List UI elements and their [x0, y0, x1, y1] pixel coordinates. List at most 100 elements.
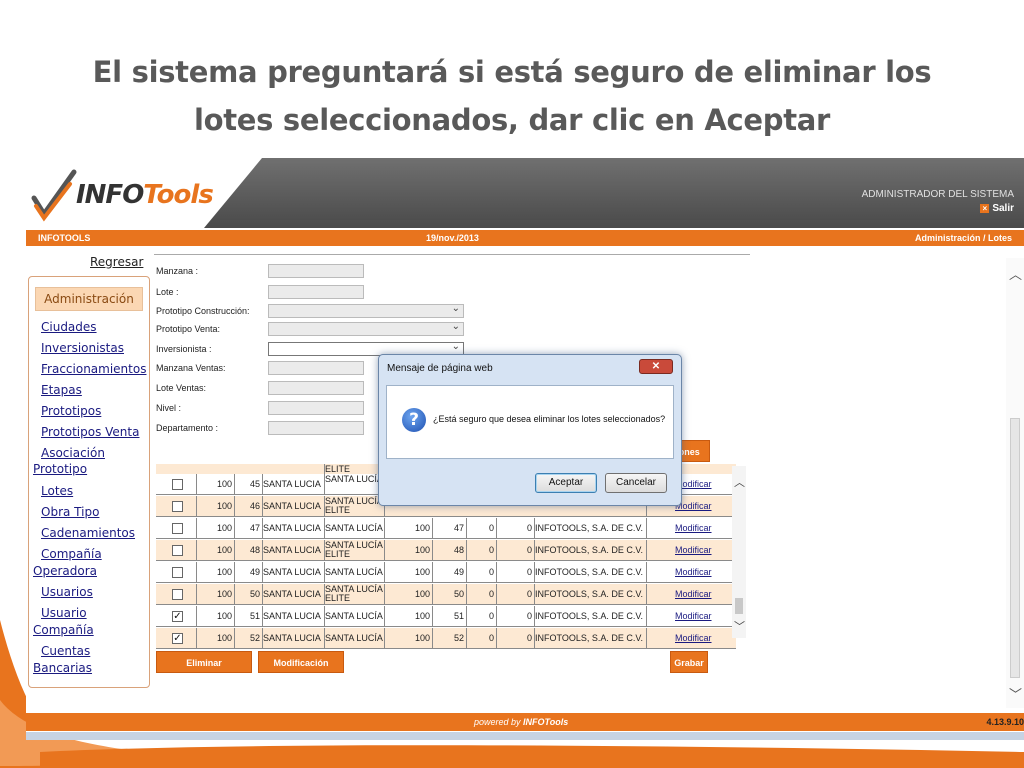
slide-title-line-2: lotes seleccionados, dar clic en Aceptar — [193, 103, 831, 137]
table-row: 100 49 SANTA LUCIA SANTA LUCÍA 100 49 0 … — [156, 562, 736, 583]
modificar-link[interactable]: Modificar — [646, 562, 736, 583]
table-scrollbar[interactable]: ︿ ﹀ — [732, 466, 746, 638]
sidebar-item-inversionistas[interactable]: Inversionistas — [41, 340, 124, 357]
logout-link[interactable]: × Salir — [980, 203, 1014, 214]
table-cell: 100 — [196, 606, 234, 627]
modificar-link[interactable]: Modificar — [646, 628, 736, 649]
table-row: 100 47 SANTA LUCIA SANTA LUCÍA 100 47 0 … — [156, 518, 736, 539]
modificar-link[interactable]: Modificar — [646, 584, 736, 605]
chevron-down-icon[interactable]: ﹀ — [734, 618, 745, 634]
table-cell: 46 — [234, 496, 262, 517]
table-cell: 0 — [466, 628, 496, 649]
table-cell: 100 — [384, 606, 432, 627]
sidebar: Administración Ciudades Inversionistas F… — [28, 276, 150, 688]
cancelar-button[interactable]: Cancelar — [605, 473, 667, 493]
sidebar-item-fraccionamientos[interactable]: Fraccionamientos — [41, 361, 146, 378]
powered-by: powered by INFOTools — [474, 713, 568, 731]
row-checkbox-checked[interactable]: ✓ — [172, 611, 183, 622]
table-cell: 48 — [234, 540, 262, 561]
chevron-down-icon[interactable]: ﹀ — [1009, 684, 1022, 703]
table-cell: 100 — [384, 540, 432, 561]
eliminar-seleccionados-button[interactable]: Eliminar Seleccionados — [156, 651, 252, 690]
app-footer: powered by INFOTools 4.13.9.10 — [26, 713, 1024, 731]
row-checkbox[interactable] — [172, 545, 183, 556]
modificar-link[interactable]: Modificar — [646, 518, 736, 539]
label-lote-ventas: Lote Ventas: — [156, 383, 207, 393]
table-cell: 100 — [384, 518, 432, 539]
lote-input[interactable] — [268, 285, 364, 299]
sidebar-item-ciudades[interactable]: Ciudades — [41, 319, 97, 336]
label-lote: Lote : — [156, 287, 179, 297]
row-checkbox[interactable] — [172, 479, 183, 490]
manzana-ventas-input[interactable] — [268, 361, 364, 375]
lote-ventas-input[interactable] — [268, 381, 364, 395]
sidebar-item-etapas[interactable]: Etapas — [41, 382, 82, 399]
sidebar-item-usuario-compania[interactable]: Usuario — [41, 605, 87, 622]
dialog-message: ¿Está seguro que desea eliminar los lote… — [433, 414, 666, 424]
version-label: 4.13.9.10 — [986, 717, 1024, 727]
nivel-input[interactable] — [268, 401, 364, 415]
logo-text-suffix: Tools — [143, 180, 213, 210]
table-cell: 0 — [466, 584, 496, 605]
table-cell: 48 — [432, 540, 466, 561]
cell-line: SANTA LUCÍA — [325, 567, 383, 577]
sidebar-item-obra-tipo[interactable]: Obra Tipo — [41, 504, 99, 521]
sidebar-item-cuentas-bancarias[interactable]: Cuentas — [41, 643, 90, 660]
manzana-input[interactable] — [268, 264, 364, 278]
sidebar-item-usuarios[interactable]: Usuarios — [41, 584, 93, 601]
table-cell: 100 — [196, 540, 234, 561]
sidebar-item-asociacion-prototipo-line2[interactable]: Prototipo — [33, 461, 87, 478]
modificacion-masiva-button[interactable]: Modificación Masiva — [258, 651, 344, 690]
form-divider — [154, 254, 750, 255]
sidebar-item-usuario-compania-line2[interactable]: Compañía — [33, 622, 94, 639]
row-checkbox[interactable] — [172, 589, 183, 600]
sidebar-item-cuentas-bancarias-line2[interactable]: Bancarias — [33, 660, 92, 677]
sidebar-header: Administración — [35, 287, 143, 311]
top-bar: INFOTOOLS 19/nov./2013 Administración / … — [26, 230, 1024, 246]
prototipo-construccion-select[interactable]: ⌄ — [268, 303, 464, 318]
slide-title: El sistema preguntará si está seguro de … — [0, 48, 1024, 144]
page-scrollbar[interactable]: ︿ ﹀ — [1006, 258, 1024, 708]
modificar-link[interactable]: Modificar — [646, 606, 736, 627]
modificar-link[interactable]: Modificar — [646, 540, 736, 561]
label-manzana-ventas: Manzana Ventas: — [156, 363, 226, 373]
table-cell: SANTA LUCÍA — [324, 628, 384, 649]
row-checkbox[interactable] — [172, 567, 183, 578]
sidebar-item-asociacion-prototipo[interactable]: Asociación — [41, 445, 105, 462]
row-checkbox-checked[interactable]: ✓ — [172, 633, 183, 644]
slide-title-line-1: El sistema preguntará si está seguro de … — [92, 55, 932, 89]
question-icon: ? — [402, 408, 426, 432]
row-checkbox[interactable] — [172, 523, 183, 534]
table-cell: 100 — [196, 562, 234, 583]
close-icon: × — [980, 204, 990, 213]
table-cell: 0 — [496, 584, 534, 605]
page-scroll-thumb[interactable] — [1010, 418, 1020, 678]
back-link[interactable]: Regresar — [90, 255, 143, 269]
table-row: 100 50 SANTA LUCIA SANTA LUCÍA ELITE 100 … — [156, 584, 736, 605]
taskbar — [26, 732, 1024, 740]
chevron-up-icon[interactable]: ︿ — [1009, 264, 1022, 283]
sidebar-item-prototipos[interactable]: Prototipos — [41, 403, 101, 420]
departamento-input[interactable] — [268, 421, 364, 435]
row-checkbox[interactable] — [172, 501, 183, 512]
table-cell: SANTA LUCIA — [262, 584, 324, 605]
sidebar-item-lotes[interactable]: Lotes — [41, 483, 73, 500]
current-date: 19/nov./2013 — [426, 233, 479, 243]
infotools-logo: INFOTools — [30, 166, 214, 222]
aceptar-button[interactable]: Aceptar — [535, 473, 597, 493]
chevron-down-icon: ⌄ — [451, 303, 460, 314]
label-prototipo-construccion: Prototipo Construcción: — [156, 306, 250, 316]
table-cell: 100 — [196, 518, 234, 539]
table-cell: 49 — [234, 562, 262, 583]
sidebar-item-cadenamientos[interactable]: Cadenamientos — [41, 525, 135, 542]
prototipo-venta-select[interactable]: ⌄ — [268, 321, 464, 336]
table-scroll-thumb[interactable] — [735, 598, 743, 614]
cell-line: SANTA LUCÍA — [325, 611, 383, 621]
chevron-up-icon[interactable]: ︿ — [734, 474, 745, 490]
sidebar-item-prototipos-venta[interactable]: Prototipos Venta — [41, 424, 139, 441]
sidebar-item-compania-operadora[interactable]: Compañía — [41, 546, 102, 563]
grabar-button[interactable]: Grabar — [670, 651, 708, 673]
close-button[interactable]: ✕ — [639, 359, 673, 374]
sidebar-item-compania-operadora-line2[interactable]: Operadora — [33, 563, 97, 580]
table-cell: 0 — [496, 540, 534, 561]
